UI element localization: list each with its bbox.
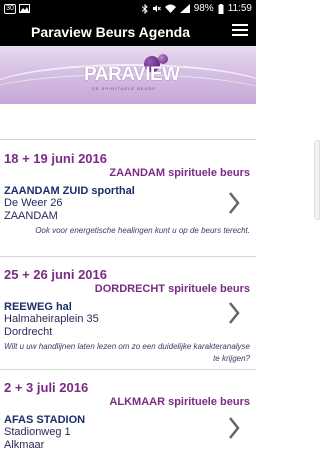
event-address-street: Stadionweg 1: [4, 426, 71, 438]
app-title: Paraview Beurs Agenda: [31, 23, 190, 40]
logo-text: PARAVIEW: [84, 64, 180, 85]
event-address-street: Halmaheiraplein 35: [4, 313, 99, 325]
scrollbar[interactable]: [314, 140, 320, 220]
small-ball-icon: [158, 54, 168, 64]
event-list: 18 + 19 juni 2016 ZAANDAM spirituele beu…: [0, 141, 256, 460]
event-city: ZAANDAM spirituele beurs: [109, 167, 250, 179]
notification-icon: 30: [4, 3, 16, 14]
chevron-right-icon[interactable]: [228, 301, 240, 325]
event-item[interactable]: 25 + 26 juni 2016 DORDRECHT spirituele b…: [0, 257, 256, 370]
event-date: 2 + 3 juli 2016: [4, 380, 89, 395]
event-city: DORDRECHT spirituele beurs: [94, 283, 250, 295]
event-item[interactable]: 18 + 19 juni 2016 ZAANDAM spirituele beu…: [0, 141, 256, 257]
event-venue: ZAANDAM ZUID sporthal: [4, 185, 135, 197]
wifi-icon: [164, 4, 176, 13]
image-notification-icon: [19, 4, 30, 13]
signal-icon: [179, 4, 190, 13]
event-address-city: Alkmaar: [4, 439, 45, 451]
app-bar: Paraview Beurs Agenda: [0, 17, 256, 46]
menu-icon[interactable]: [232, 24, 248, 38]
event-address-street: De Weer 26: [4, 197, 63, 209]
chevron-right-icon[interactable]: [228, 191, 240, 215]
battery-percent: 98%: [193, 3, 214, 14]
event-address-city: Dordrecht: [4, 326, 53, 338]
event-venue: REEWEG hal: [4, 301, 72, 313]
bluetooth-icon: [141, 3, 148, 14]
event-date: 18 + 19 juni 2016: [4, 151, 107, 166]
battery-icon: [218, 3, 224, 14]
event-date: 25 + 26 juni 2016: [4, 267, 107, 282]
event-note: Ook voor energetische healingen kunt u o…: [35, 226, 250, 235]
blank-section: [0, 104, 256, 140]
mute-icon: [152, 5, 161, 12]
status-bar: 30 98% 11:59: [0, 0, 256, 17]
event-address-city: ZAANDAM: [4, 210, 58, 222]
event-item[interactable]: 2 + 3 juli 2016 ALKMAAR spirituele beurs…: [0, 370, 256, 460]
event-venue: AFAS STADION: [4, 414, 86, 426]
paraview-logo: PARAVIEW DE SPIRITUELE BEURS: [84, 54, 180, 98]
event-note: Wilt u uw handlijnen laten lezen om zo e…: [4, 342, 250, 363]
chevron-right-icon[interactable]: [228, 416, 240, 440]
logo-subtext: DE SPIRITUELE BEURS: [92, 86, 156, 91]
event-city: ALKMAAR spirituele beurs: [109, 396, 250, 408]
clock-time: 11:59: [227, 3, 252, 14]
header-banner: PARAVIEW DE SPIRITUELE BEURS: [0, 46, 256, 104]
